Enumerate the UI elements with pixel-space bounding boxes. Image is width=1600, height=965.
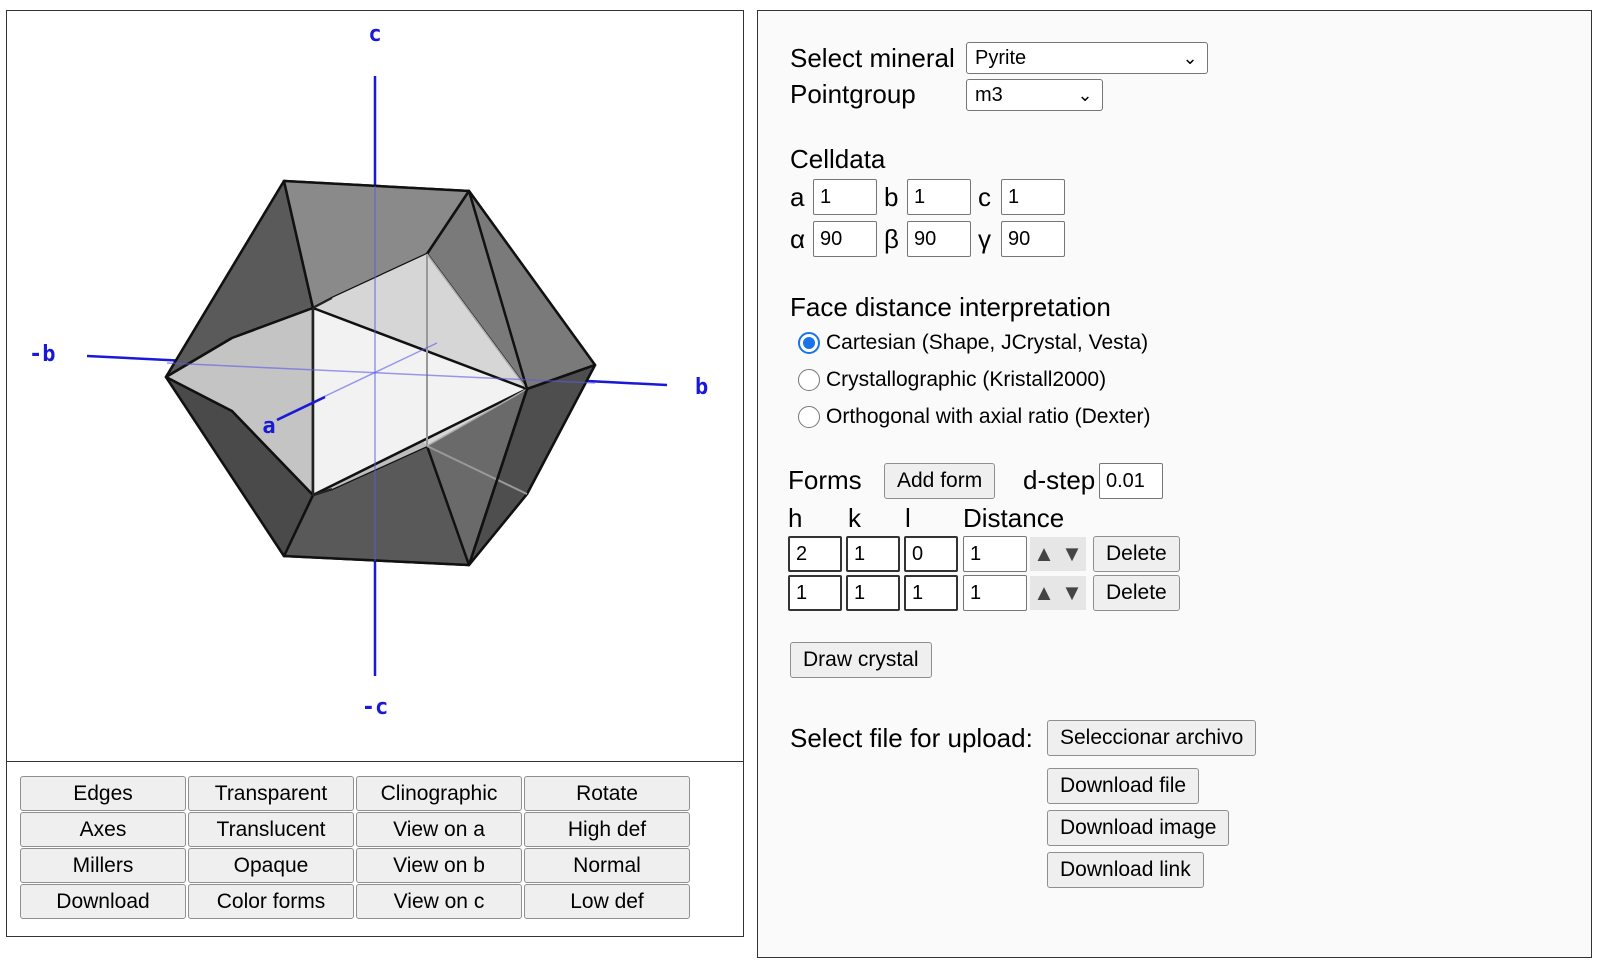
opaque-button[interactable]: Opaque: [188, 848, 354, 883]
cell-c-label: c: [978, 182, 991, 212]
download-image-button[interactable]: Download image: [1047, 810, 1230, 846]
dstep-label: d-step: [1023, 465, 1096, 495]
form-h-input[interactable]: [788, 536, 842, 572]
delete-form-button[interactable]: Delete: [1093, 536, 1180, 572]
chevron-down-icon: ⌄: [1077, 84, 1093, 105]
axes-button[interactable]: Axes: [20, 812, 186, 847]
millers-button[interactable]: Millers: [20, 848, 186, 883]
cell-beta-label: β: [884, 224, 899, 254]
add-form-button[interactable]: Add form: [884, 463, 996, 499]
axis-label-a: a: [262, 414, 275, 439]
form-distance-input[interactable]: [963, 536, 1027, 572]
settings-panel: Select mineral Pyrite ⌄ Pointgroup m3 ⌄ …: [757, 10, 1592, 958]
translucent-button[interactable]: Translucent: [188, 812, 354, 847]
crystal-viewer-panel: c -c b -b a Edges Transparent Clinograph…: [6, 10, 744, 937]
rotate-button[interactable]: Rotate: [524, 776, 690, 811]
low-def-button[interactable]: Low def: [524, 884, 690, 919]
cell-gamma-input[interactable]: [1001, 221, 1065, 257]
header-distance: Distance: [963, 503, 1065, 533]
header-l: l: [905, 503, 911, 533]
form-k-input[interactable]: [846, 536, 900, 572]
normal-button[interactable]: Normal: [524, 848, 690, 883]
crystal-canvas[interactable]: c -c b -b a: [7, 11, 743, 762]
mineral-select-value: Pyrite: [975, 46, 1027, 69]
radio-button-checked[interactable]: [798, 332, 820, 354]
download-link-button[interactable]: Download link: [1047, 852, 1204, 888]
cell-alpha-input[interactable]: [813, 221, 877, 257]
download-file-button[interactable]: Download file: [1047, 768, 1200, 804]
distance-up-button[interactable]: ▲: [1030, 537, 1058, 571]
forms-title: Forms: [788, 465, 862, 495]
cell-a-input[interactable]: [813, 179, 877, 215]
axis-label-c: c: [368, 22, 381, 47]
cell-c-input[interactable]: [1001, 179, 1065, 215]
distance-up-button[interactable]: ▲: [1030, 576, 1058, 610]
radio-crystallographic-label: Crystallographic (Kristall2000): [826, 368, 1107, 391]
cell-b-input[interactable]: [907, 179, 971, 215]
radio-crystallographic[interactable]: Crystallographic (Kristall2000): [798, 368, 1106, 392]
view-on-c-button[interactable]: View on c: [356, 884, 522, 919]
dstep-input[interactable]: [1099, 463, 1163, 499]
form-k-input[interactable]: [846, 575, 900, 611]
delete-form-button[interactable]: Delete: [1093, 575, 1180, 611]
cell-alpha-label: α: [790, 224, 806, 254]
color-forms-button[interactable]: Color forms: [188, 884, 354, 919]
distance-down-button[interactable]: ▼: [1058, 537, 1086, 571]
form-h-input[interactable]: [788, 575, 842, 611]
download-button[interactable]: Download: [20, 884, 186, 919]
header-k: k: [848, 503, 861, 533]
upload-label: Select file for upload:: [790, 723, 1033, 753]
radio-cartesian[interactable]: Cartesian (Shape, JCrystal, Vesta): [798, 331, 1148, 355]
mineral-label: Select mineral: [790, 43, 955, 73]
celldata-title: Celldata: [790, 144, 886, 174]
edges-button[interactable]: Edges: [20, 776, 186, 811]
cell-b-label: b: [884, 182, 899, 212]
radio-button[interactable]: [798, 369, 820, 391]
form-l-input[interactable]: [904, 575, 958, 611]
distance-down-button[interactable]: ▼: [1058, 576, 1086, 610]
radio-cartesian-label: Cartesian (Shape, JCrystal, Vesta): [826, 331, 1149, 354]
form-distance-input[interactable]: [963, 575, 1027, 611]
viewer-controls: Edges Transparent Clinographic Rotate Ax…: [20, 776, 690, 919]
radio-button[interactable]: [798, 406, 820, 428]
axis-label-b: b: [695, 375, 708, 400]
draw-crystal-button[interactable]: Draw crystal: [790, 642, 932, 678]
transparent-button[interactable]: Transparent: [188, 776, 354, 811]
axis-label-neg-c: -c: [362, 695, 389, 720]
pointgroup-label: Pointgroup: [790, 79, 916, 109]
crystal-drawing: c -c b -b a: [29, 22, 708, 720]
mineral-select[interactable]: Pyrite ⌄: [966, 42, 1208, 74]
cell-a-label: a: [790, 182, 805, 212]
header-h: h: [788, 503, 803, 533]
cell-beta-input[interactable]: [907, 221, 971, 257]
pointgroup-select[interactable]: m3 ⌄: [966, 79, 1103, 111]
radio-orthogonal[interactable]: Orthogonal with axial ratio (Dexter): [798, 405, 1150, 429]
radio-orthogonal-label: Orthogonal with axial ratio (Dexter): [826, 405, 1151, 428]
high-def-button[interactable]: High def: [524, 812, 690, 847]
form-l-input[interactable]: [904, 536, 958, 572]
chevron-down-icon: ⌄: [1182, 47, 1198, 68]
choose-file-button[interactable]: Seleccionar archivo: [1047, 720, 1257, 756]
view-on-a-button[interactable]: View on a: [356, 812, 522, 847]
cell-gamma-label: γ: [978, 224, 991, 254]
axis-label-neg-b: -b: [29, 342, 56, 367]
pointgroup-select-value: m3: [975, 83, 1003, 106]
interpretation-title: Face distance interpretation: [790, 292, 1111, 322]
view-on-b-button[interactable]: View on b: [356, 848, 522, 883]
clinographic-button[interactable]: Clinographic: [356, 776, 522, 811]
